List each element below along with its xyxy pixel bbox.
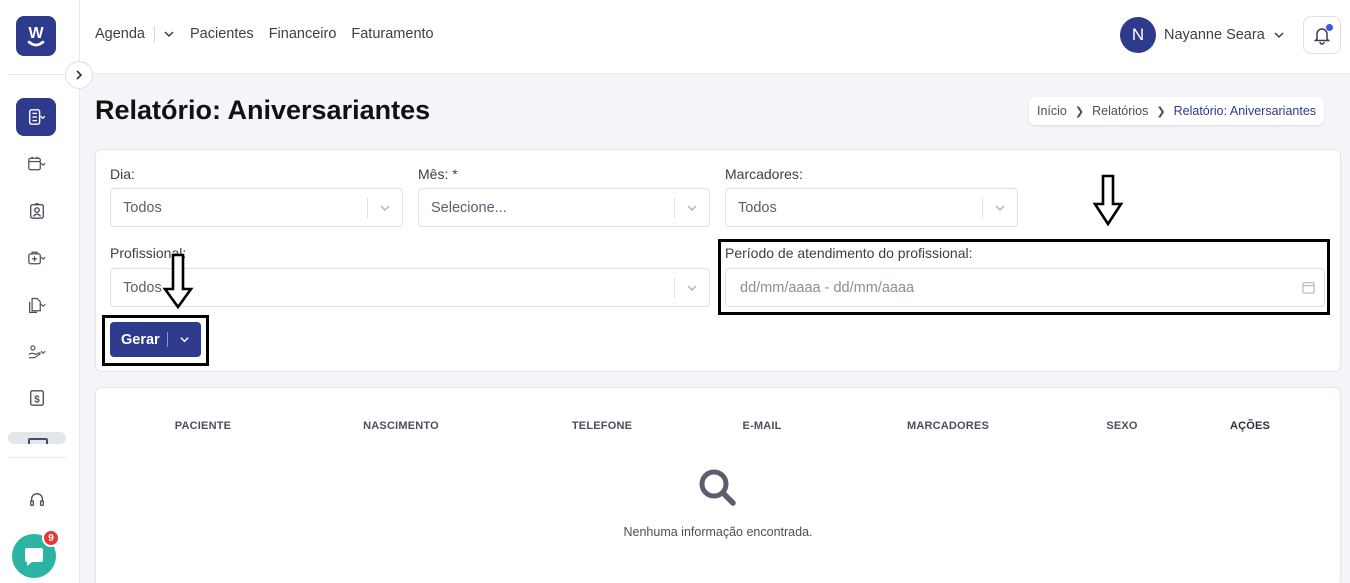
annotation-arrow-down-icon <box>162 253 194 310</box>
annotation-arrow-down-icon <box>1092 174 1124 227</box>
nav-financeiro[interactable]: Financeiro <box>269 26 337 42</box>
sidebar-item-patients[interactable] <box>16 193 58 229</box>
hand-care-icon <box>28 345 46 359</box>
column-header-paciente[interactable]: PACIENTE <box>175 420 231 432</box>
page-title: Relatório: Aniversariantes <box>95 95 431 125</box>
dia-label: Dia: <box>110 166 135 182</box>
sidebar: W $ 9 <box>0 0 80 583</box>
reports-icon <box>28 109 45 125</box>
sidebar-toggle-button[interactable] <box>65 61 93 89</box>
sidebar-item-documents[interactable] <box>16 287 58 323</box>
breadcrumb-home[interactable]: Início <box>1037 104 1067 118</box>
sidebar-scroll[interactable] <box>8 432 66 444</box>
logo-icon: W <box>27 25 44 47</box>
sidebar-item-calendar[interactable] <box>16 146 58 182</box>
chevron-down-icon <box>380 205 390 212</box>
column-header-acoes: AÇÕES <box>1229 420 1271 432</box>
avatar: N <box>1120 17 1156 53</box>
chevron-right-icon <box>76 70 83 80</box>
column-header-nascimento[interactable]: NASCIMENTO <box>363 420 439 432</box>
mes-value: Selecione... <box>431 199 507 216</box>
search-icon <box>699 469 736 506</box>
app-logo[interactable]: W <box>16 16 56 56</box>
svg-text:$: $ <box>34 395 40 406</box>
sidebar-item-care[interactable] <box>16 334 58 370</box>
dia-value: Todos <box>123 199 162 216</box>
notifications-button[interactable] <box>1303 16 1341 54</box>
annotation-box-periodo <box>718 239 1330 315</box>
column-header-marcadores[interactable]: MARCADORES <box>907 420 989 432</box>
headset-icon <box>30 493 44 507</box>
calendar-icon <box>28 156 46 171</box>
empty-state-message: Nenhuma informação encontrada. <box>623 525 813 539</box>
nav-faturamento[interactable]: Faturamento <box>351 26 433 42</box>
svg-text:W: W <box>28 25 44 42</box>
main-nav: Agenda Pacientes Financeiro Faturamento <box>95 26 449 42</box>
marcadores-value: Todos <box>738 199 777 216</box>
chevron-down-icon <box>164 31 174 38</box>
chevron-down-icon <box>1274 32 1284 39</box>
notification-dot <box>1326 24 1333 31</box>
top-bar: Agenda Pacientes Financeiro Faturamento … <box>80 0 1350 74</box>
annotation-box-generate <box>102 315 209 366</box>
user-menu[interactable]: N Nayanne Seara <box>1120 17 1285 53</box>
column-header-sexo[interactable]: SEXO <box>1106 420 1137 432</box>
marcadores-label: Marcadores: <box>725 166 803 182</box>
nav-pacientes[interactable]: Pacientes <box>190 26 254 42</box>
chat-icon <box>25 548 43 566</box>
documents-icon <box>29 297 46 313</box>
chevron-down-icon <box>995 205 1005 212</box>
nav-divider <box>154 26 155 42</box>
billing-icon: $ <box>30 390 44 406</box>
marcadores-select[interactable]: Todos <box>725 188 1018 227</box>
column-header-email[interactable]: E-MAIL <box>742 420 781 432</box>
breadcrumb-current: Relatório: Aniversariantes <box>1173 104 1317 118</box>
chat-badge: 9 <box>42 529 60 547</box>
nav-agenda[interactable]: Agenda <box>95 26 145 42</box>
chevron-down-icon <box>687 285 697 292</box>
chevron-down-icon <box>687 205 697 212</box>
dia-select[interactable]: Todos <box>110 188 403 227</box>
sidebar-item-reports[interactable] <box>16 98 56 136</box>
sidebar-item-medical[interactable] <box>16 240 58 276</box>
chevron-right-icon: ❯ <box>1074 105 1085 118</box>
medical-kit-icon <box>28 251 46 265</box>
mes-label: Mês: * <box>418 166 458 182</box>
nav-agenda-dropdown[interactable] <box>163 28 175 40</box>
sidebar-item-billing[interactable]: $ <box>16 380 58 416</box>
sidebar-item-support[interactable] <box>16 482 58 518</box>
breadcrumb: Início ❯ Relatórios ❯ Relatório: Anivers… <box>1029 97 1325 125</box>
breadcrumb-reports[interactable]: Relatórios <box>1092 104 1148 118</box>
column-header-telefone[interactable]: TELEFONE <box>572 420 632 432</box>
profissional-value: Todos <box>123 279 162 296</box>
profissional-select[interactable]: Todos <box>110 268 710 307</box>
user-name: Nayanne Seara <box>1164 27 1265 43</box>
chevron-right-icon: ❯ <box>1156 105 1166 118</box>
patient-badge-icon <box>30 203 44 219</box>
mes-select[interactable]: Selecione... <box>418 188 710 227</box>
